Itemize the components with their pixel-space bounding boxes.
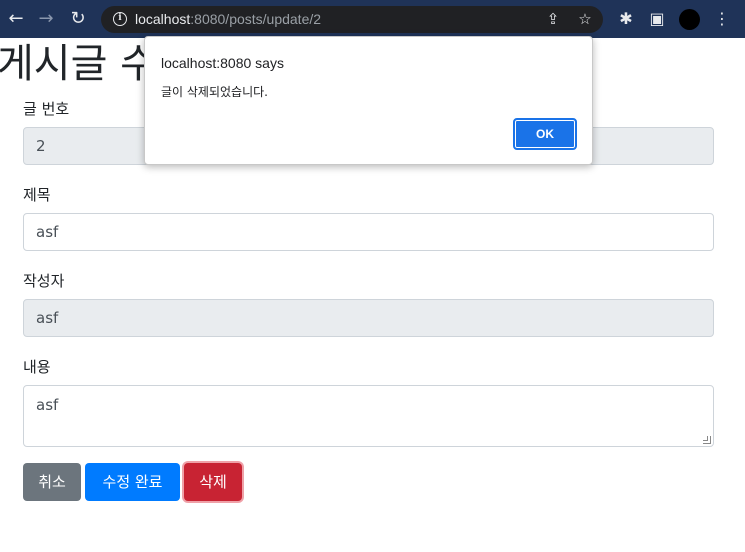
- back-icon[interactable]: ←: [4, 7, 28, 31]
- extensions-icon[interactable]: ✱: [615, 8, 637, 30]
- menu-kebab-icon[interactable]: ⋮: [711, 8, 733, 30]
- resize-handle-icon[interactable]: [703, 436, 711, 444]
- browser-toolbar: ← → ↻ i localhost:8080/posts/update/2 ⇪ …: [0, 0, 745, 38]
- content-label: 내용: [23, 358, 51, 376]
- share-icon[interactable]: ⇪: [543, 9, 563, 29]
- profile-avatar[interactable]: [679, 9, 700, 30]
- author-label: 작성자: [23, 272, 65, 290]
- delete-button[interactable]: 삭제: [184, 463, 242, 501]
- title-field[interactable]: asf: [23, 213, 714, 251]
- site-info-icon[interactable]: i: [113, 12, 127, 26]
- url-host: localhost: [135, 11, 191, 27]
- reload-icon[interactable]: ↻: [66, 7, 90, 31]
- title-label: 제목: [23, 186, 51, 204]
- content-textarea[interactable]: asf: [23, 385, 714, 447]
- address-bar[interactable]: i localhost:8080/posts/update/2 ⇪ ☆: [101, 6, 603, 33]
- bookmark-star-icon[interactable]: ☆: [575, 9, 595, 29]
- save-button[interactable]: 수정 완료: [85, 463, 180, 501]
- cancel-button[interactable]: 취소: [23, 463, 81, 501]
- forward-icon[interactable]: →: [34, 7, 58, 31]
- author-field[interactable]: asf: [23, 299, 714, 337]
- ok-button[interactable]: OK: [513, 118, 577, 150]
- side-panel-icon[interactable]: ▣: [646, 8, 668, 30]
- url-path: :8080/posts/update/2: [190, 11, 322, 27]
- dialog-title: localhost:8080 says: [161, 55, 284, 71]
- post-id-label: 글 번호: [23, 100, 70, 118]
- content-text: asf: [36, 396, 59, 414]
- alert-dialog: localhost:8080 says 글이 삭제되었습니다. OK: [144, 36, 593, 165]
- dialog-message: 글이 삭제되었습니다.: [161, 85, 268, 99]
- url-text[interactable]: localhost:8080/posts/update/2: [135, 11, 321, 27]
